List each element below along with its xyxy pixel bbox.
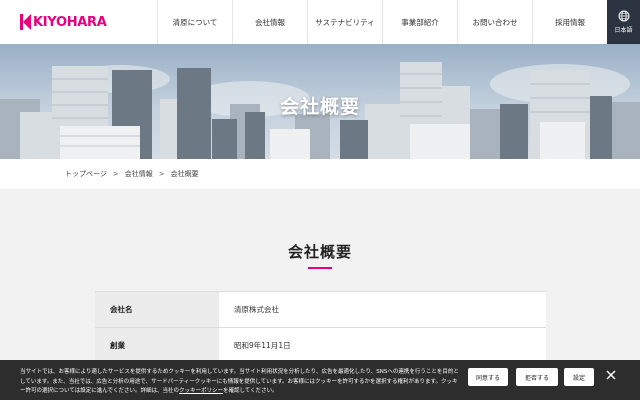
row-value: 清原株式会社 xyxy=(234,305,279,314)
breadcrumb-item-top[interactable]: トップページ xyxy=(65,169,107,179)
row-value: 昭和9年11月1日 xyxy=(234,341,291,350)
logo[interactable]: KIYOHARA xyxy=(0,0,157,44)
breadcrumb-separator: > xyxy=(158,170,165,178)
title-underline xyxy=(308,267,332,269)
main-nav: 清原について 会社情報 サステナビリティ 事業部紹介 お問い合わせ 採用情報 xyxy=(157,0,607,44)
cookie-text: 当サイトでは、お客様により適したサービスを提供するためクッキーを利用しています。… xyxy=(20,368,460,397)
row-label: 会社名 xyxy=(95,292,219,327)
reject-cookies-button[interactable]: 拒否する xyxy=(516,368,558,386)
nav-item-divisions[interactable]: 事業部紹介 xyxy=(382,0,457,44)
hero-banner: 会社概要 xyxy=(0,44,640,159)
row-label: 創業 xyxy=(95,328,219,363)
breadcrumb: トップページ > 会社情報 > 会社概要 xyxy=(0,159,640,189)
cookie-banner: 当サイトでは、お客様により適したサービスを提供するためクッキーを利用しています。… xyxy=(0,360,640,400)
nav-item-recruit[interactable]: 採用情報 xyxy=(532,0,607,44)
cookie-settings-button[interactable]: 設定 xyxy=(564,368,594,386)
nav-item-about[interactable]: 清原について xyxy=(157,0,232,44)
language-button[interactable]: 日本語 xyxy=(607,0,640,44)
language-label: 日本語 xyxy=(614,27,633,34)
globe-icon xyxy=(618,10,629,22)
company-info-table: 会社名 清原株式会社 創業 昭和9年11月1日 xyxy=(95,291,546,363)
cookie-text-tail: を確認してください。 xyxy=(222,388,278,394)
breadcrumb-separator: > xyxy=(112,170,119,178)
cookie-policy-link[interactable]: クッキーポリシー xyxy=(179,388,223,394)
nav-item-sustainability[interactable]: サステナビリティ xyxy=(307,0,382,44)
logo-text: KIYOHARA xyxy=(33,14,107,30)
close-icon[interactable] xyxy=(604,368,618,382)
breadcrumb-item-company[interactable]: 会社情報 xyxy=(125,169,153,179)
accept-cookies-button[interactable]: 同意する xyxy=(468,368,508,386)
breadcrumb-item-current: 会社概要 xyxy=(170,170,199,178)
nav-item-contact[interactable]: お問い合わせ xyxy=(457,0,532,44)
hero-title: 会社概要 xyxy=(279,96,360,118)
section-title: 会社概要 xyxy=(287,243,352,261)
site-header: KIYOHARA 清原について 会社情報 サステナビリティ 事業部紹介 お問い合… xyxy=(0,0,640,44)
nav-item-company[interactable]: 会社情報 xyxy=(232,0,307,44)
table-row: 会社名 清原株式会社 xyxy=(95,291,546,327)
table-row: 創業 昭和9年11月1日 xyxy=(95,327,546,363)
logo-mark-icon xyxy=(20,14,32,30)
